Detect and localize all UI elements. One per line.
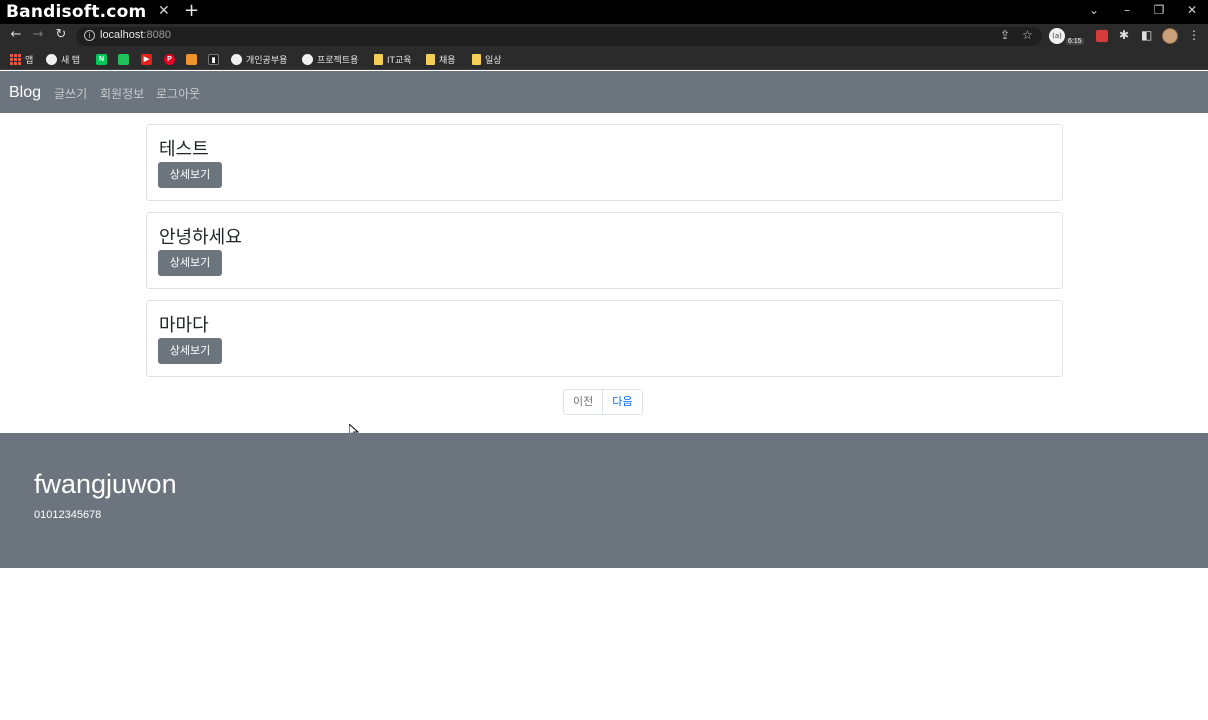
folder-icon [472, 53, 481, 65]
brand-link[interactable]: Blog [9, 84, 41, 102]
youtube-icon: ▶ [141, 53, 152, 65]
nav-member-info[interactable]: 회원정보 [100, 85, 144, 102]
post-card: 안녕하세요 상세보기 [146, 212, 1063, 289]
bookmark-pinterest[interactable]: P [164, 52, 175, 66]
tab-search-icon[interactable]: ⌄ [1087, 3, 1101, 17]
extensions-puzzle-icon[interactable]: ✱ [1119, 28, 1129, 44]
nav-logout[interactable]: 로그아웃 [156, 85, 200, 102]
bookmark-youtube[interactable]: ▶ [141, 52, 152, 66]
new-tab-icon[interactable]: + [184, 0, 199, 21]
bookmark-naver[interactable]: N [96, 52, 107, 66]
browser-menu-icon[interactable]: ⋮ [1188, 28, 1200, 44]
site-navbar: Blog 글쓰기 회원정보 로그아웃 [0, 71, 1208, 113]
post-title: 마마다 [159, 315, 209, 335]
share-icon[interactable]: ⇪ [1000, 28, 1010, 42]
detail-button[interactable]: 상세보기 [158, 250, 222, 276]
recorder-watermark: Bandisoft.com [6, 2, 147, 22]
minimize-icon[interactable]: – [1120, 3, 1134, 17]
extension-red-icon[interactable] [1096, 28, 1108, 44]
bookmark-it-education[interactable]: IT교육 [374, 52, 412, 66]
bookmark-line[interactable] [118, 52, 129, 66]
naver-icon: N [96, 53, 107, 65]
browser-toolbar: ← → ↻ i localhost:8080 ⇪ ☆ (a) 6:15 ✱ ◧ … [0, 24, 1208, 48]
bookmark-trello[interactable]: ▮ [208, 52, 219, 66]
folder-icon [374, 53, 383, 65]
footer-phone: 01012345678 [34, 509, 102, 521]
github-icon [231, 53, 242, 65]
pagination: 이전 다음 [563, 389, 643, 415]
profile-avatar[interactable] [1162, 28, 1178, 44]
bookmark-apps[interactable]: 앱 [10, 52, 33, 66]
post-card: 마마다 상세보기 [146, 300, 1063, 377]
prev-page-button[interactable]: 이전 [564, 390, 604, 414]
nav-write[interactable]: 글쓰기 [54, 85, 87, 102]
site-footer: fwangjuwon 01012345678 [0, 433, 1208, 568]
post-title: 안녕하세요 [159, 227, 242, 247]
detail-button[interactable]: 상세보기 [158, 338, 222, 364]
post-title: 테스트 [159, 139, 209, 159]
address-bar[interactable]: i localhost:8080 ⇪ ☆ [76, 27, 1042, 46]
extension-badge: 6:15 [1066, 38, 1084, 45]
tab-close-icon[interactable]: ✕ [158, 3, 170, 19]
bookmark-orange[interactable] [186, 52, 197, 66]
trello-icon: ▮ [208, 53, 219, 65]
post-card: 테스트 상세보기 [146, 124, 1063, 201]
detail-button[interactable]: 상세보기 [158, 162, 222, 188]
github-icon [302, 53, 313, 65]
bookmark-personal-study[interactable]: 개인공부용 [231, 52, 287, 66]
bookmark-project[interactable]: 프로젝트용 [302, 52, 358, 66]
folder-icon [426, 53, 435, 65]
apps-grid-icon [10, 53, 21, 65]
pinterest-icon: P [164, 53, 175, 65]
restore-icon[interactable]: ❐ [1152, 3, 1166, 17]
next-page-button[interactable]: 다음 [603, 390, 642, 414]
bookmark-recruit[interactable]: 채용 [426, 52, 456, 66]
browser-tab-strip: Bandisoft.com ✕ + ⌄ – ❐ ✕ [0, 0, 1208, 24]
extension-a-icon[interactable]: (a) [1049, 28, 1065, 44]
side-panel-icon[interactable]: ◧ [1141, 28, 1152, 44]
line-icon [118, 53, 129, 65]
bookmark-orange-icon [186, 53, 197, 65]
chrome-icon [46, 53, 57, 65]
bookmark-daily[interactable]: 일상 [472, 52, 502, 66]
footer-username: fwangjuwon [34, 469, 177, 499]
bookmark-new-tab[interactable]: 새 탭 [46, 52, 80, 66]
address-url[interactable]: localhost:8080 [100, 29, 171, 41]
back-icon[interactable]: ← [8, 27, 24, 42]
bookmark-star-icon[interactable]: ☆ [1022, 28, 1033, 42]
site-info-icon[interactable]: i [84, 30, 95, 41]
close-window-icon[interactable]: ✕ [1185, 3, 1199, 17]
bookmarks-bar: 앱 새 탭 N ▶ P ▮ 개인공부용 프로젝트용 IT교육 채용 일상 [0, 48, 1208, 70]
reload-icon[interactable]: ↻ [53, 27, 69, 42]
forward-icon[interactable]: → [30, 27, 46, 42]
